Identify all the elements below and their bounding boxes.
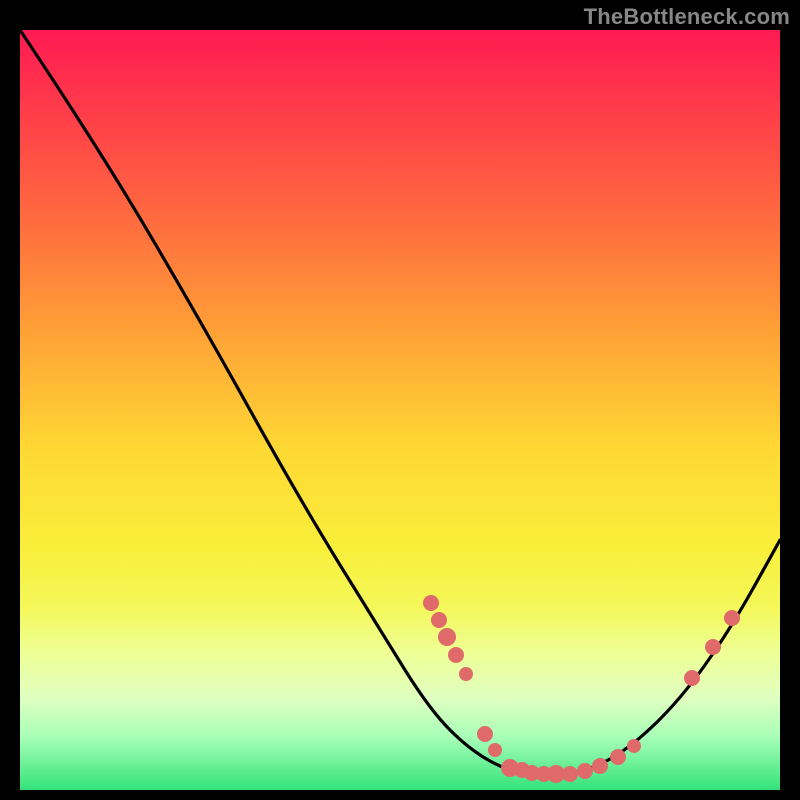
data-marker bbox=[423, 595, 439, 611]
data-marker bbox=[627, 739, 641, 753]
bottleneck-curve bbox=[20, 30, 780, 776]
data-marker bbox=[610, 749, 626, 765]
watermark-text: TheBottleneck.com bbox=[584, 4, 790, 30]
data-marker bbox=[577, 763, 593, 779]
data-marker bbox=[592, 758, 608, 774]
data-marker bbox=[459, 667, 473, 681]
chart-plot-area bbox=[20, 30, 780, 790]
data-marker bbox=[684, 670, 700, 686]
data-marker bbox=[438, 628, 456, 646]
data-marker bbox=[477, 726, 493, 742]
data-marker bbox=[562, 766, 578, 782]
chart-svg bbox=[20, 30, 780, 790]
data-marker bbox=[488, 743, 502, 757]
data-marker bbox=[448, 647, 464, 663]
data-marker bbox=[724, 610, 740, 626]
data-markers-group bbox=[423, 595, 740, 783]
data-marker bbox=[431, 612, 447, 628]
data-marker bbox=[705, 639, 721, 655]
